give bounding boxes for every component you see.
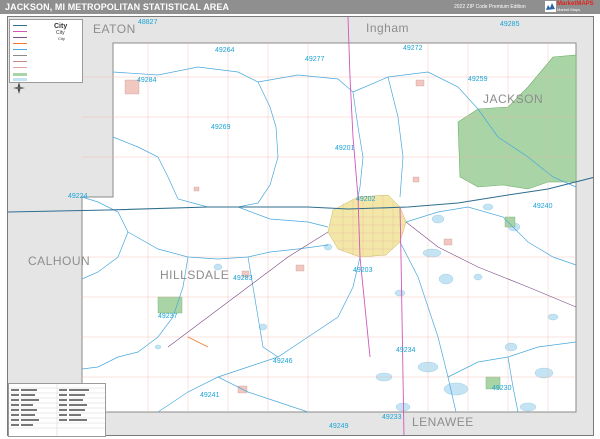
zip-label: 49233 — [382, 414, 402, 421]
county-label-ingham: Ingham — [366, 21, 410, 35]
zip-label: 49269 — [211, 124, 231, 131]
zip-label: 49249 — [329, 423, 349, 430]
county-label-lenawee: LENAWEE — [412, 415, 474, 429]
index-table-grid — [9, 384, 105, 436]
zip-label: 49264 — [215, 47, 235, 54]
zip-label: 49240 — [533, 203, 553, 210]
zip-label: 49224 — [68, 193, 88, 200]
north-arrow-icon — [13, 82, 25, 94]
zip-label: 49284 — [137, 77, 157, 84]
zip-label: 49277 — [305, 56, 325, 63]
brand-logo: MarketMAPS Market Maps — [545, 1, 595, 13]
zip-label: 49237 — [158, 313, 178, 320]
map-area[interactable]: EATON Ingham JACKSON CALHOUN HILLSDALE L… — [7, 16, 594, 436]
zip-label: 49241 — [200, 392, 220, 399]
county-label-hillsdale: HILLSDALE — [160, 268, 230, 282]
map-canvas[interactable] — [8, 17, 594, 436]
zip-label: 49230 — [492, 385, 512, 392]
legend-city-small: City — [58, 36, 65, 41]
zip-label: 49272 — [403, 45, 423, 52]
zip-label: 49246 — [273, 358, 293, 365]
zip-label: 49201 — [335, 145, 355, 152]
legend-city-large: City — [54, 23, 68, 30]
zip-label: 48827 — [138, 19, 158, 26]
county-label-jackson: JACKSON — [483, 92, 544, 106]
legend-city-sample: City City City — [54, 23, 80, 43]
brand-subtitle: Market Maps — [557, 7, 581, 12]
map-page: { "header": { "title": "JACKSON, MI METR… — [0, 0, 600, 439]
zip-label: 49285 — [500, 21, 520, 28]
brand-logo-icon — [545, 1, 556, 12]
zip-label: 49202 — [356, 196, 376, 203]
map-header: JACKSON, MI METROPOLITAN STATISTICAL ARE… — [0, 0, 600, 14]
zip-label: 49283 — [233, 275, 253, 282]
zip-label: 49259 — [468, 76, 488, 83]
map-legend: City City City — [9, 19, 83, 83]
zip-index-table — [8, 383, 106, 437]
county-label-calhoun: CALHOUN — [28, 254, 91, 268]
zip-label: 49203 — [353, 267, 373, 274]
map-edition: 2022 ZIP Code Premium Edition — [454, 4, 526, 10]
county-label-eaton: EATON — [93, 22, 136, 36]
zip-label: 49234 — [396, 347, 416, 354]
map-title: JACKSON, MI METROPOLITAN STATISTICAL ARE… — [5, 2, 230, 12]
